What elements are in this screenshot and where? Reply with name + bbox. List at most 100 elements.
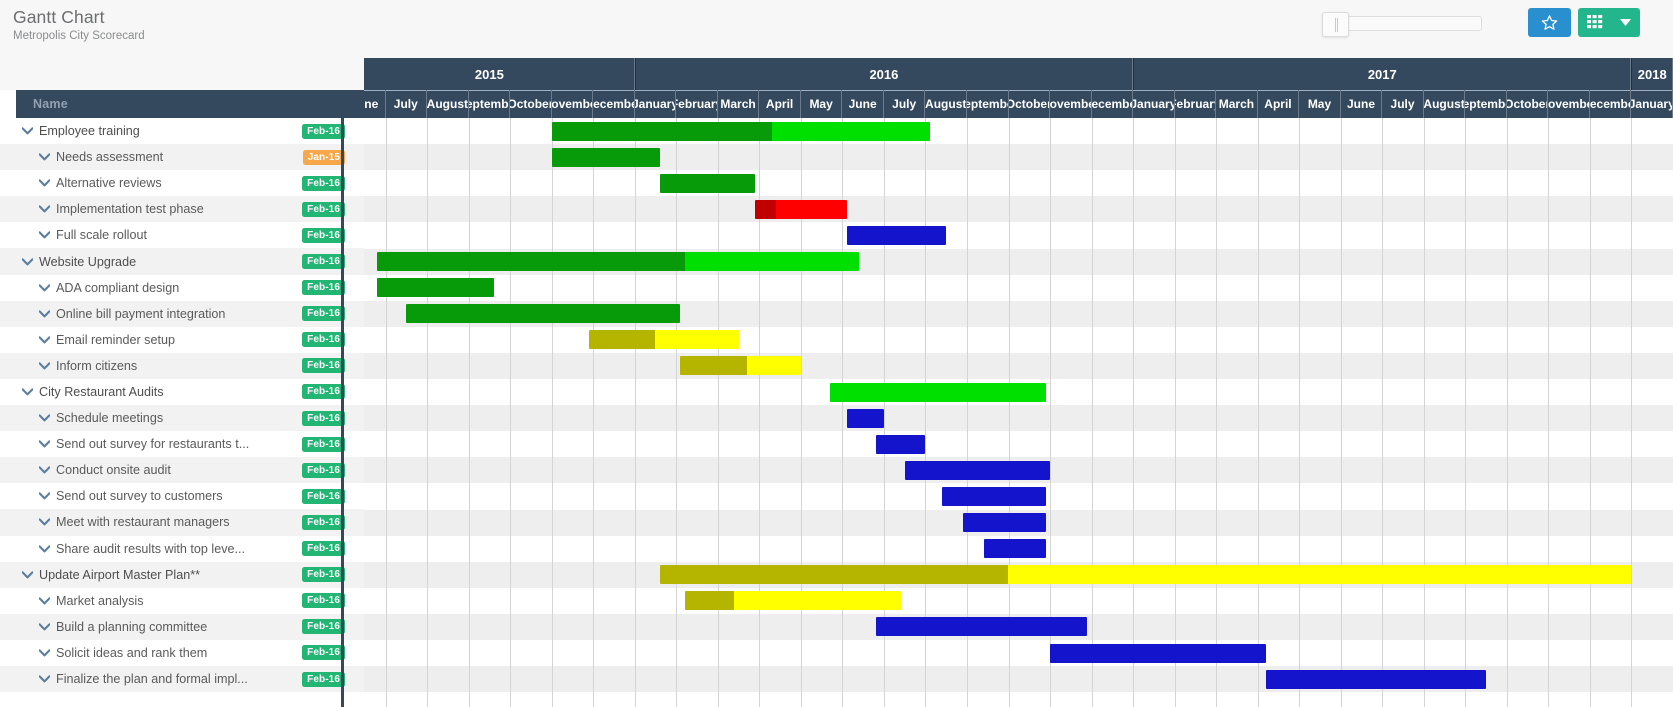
task-row[interactable]: Website Upgrade Feb-16 bbox=[0, 248, 364, 275]
timeline-gridline bbox=[1424, 118, 1425, 707]
task-row[interactable]: Online bill payment integration Feb-16 bbox=[0, 300, 364, 327]
chevron-down-icon[interactable] bbox=[38, 151, 51, 164]
timeline-year-2018: 2018 bbox=[1631, 58, 1673, 90]
name-column-spacer bbox=[0, 58, 364, 90]
task-row[interactable]: Finalize the plan and formal impl... Feb-… bbox=[0, 665, 364, 693]
gantt-bar[interactable] bbox=[846, 408, 884, 428]
timeline-panel: 2015201620172018 JuneJulyAugustSeptember… bbox=[344, 58, 1673, 707]
task-name-label: Online bill payment integration bbox=[56, 306, 226, 321]
task-name-label: Build a planning committee bbox=[56, 619, 208, 634]
gantt-bar[interactable] bbox=[875, 617, 1088, 637]
gantt-bar[interactable] bbox=[377, 252, 859, 271]
chevron-down-icon[interactable] bbox=[38, 490, 51, 503]
timeline-gridline bbox=[1465, 118, 1466, 707]
chevron-down-icon[interactable] bbox=[38, 620, 51, 633]
chevron-down-icon[interactable] bbox=[38, 281, 51, 294]
chevron-down-icon[interactable] bbox=[38, 673, 51, 686]
gantt-bar[interactable] bbox=[962, 513, 1046, 532]
task-row[interactable]: ADA compliant design Feb-16 bbox=[0, 274, 364, 301]
zoom-slider-track[interactable] bbox=[1336, 16, 1482, 31]
task-name-label: Meet with restaurant managers bbox=[56, 515, 230, 530]
chevron-down-icon[interactable] bbox=[21, 125, 34, 138]
chevron-down-icon[interactable] bbox=[38, 359, 51, 372]
gantt-bar[interactable] bbox=[1265, 669, 1487, 689]
chevron-down-icon[interactable] bbox=[38, 203, 51, 216]
chevron-down-icon[interactable] bbox=[38, 438, 51, 451]
status-badge: Feb-16 bbox=[302, 671, 345, 687]
chevron-down-icon[interactable] bbox=[38, 516, 51, 529]
gantt-bar[interactable] bbox=[659, 565, 1632, 585]
chevron-down-icon[interactable] bbox=[38, 229, 51, 242]
star-button[interactable] bbox=[1528, 8, 1571, 37]
timeline-month-cell: September bbox=[1465, 90, 1507, 118]
status-badge: Feb-16 bbox=[302, 514, 345, 530]
chevron-down-icon[interactable] bbox=[38, 594, 51, 607]
gantt-bar[interactable] bbox=[589, 330, 739, 350]
name-column-header-label: Name bbox=[33, 97, 68, 111]
gantt-bar[interactable] bbox=[755, 199, 847, 219]
page-title: Gantt Chart bbox=[13, 7, 105, 27]
gantt-bar-progress bbox=[551, 147, 660, 167]
gantt-bar-progress bbox=[755, 199, 776, 219]
timeline-gridline bbox=[718, 118, 719, 707]
task-row[interactable]: City Restaurant Audits Feb-16 bbox=[0, 378, 364, 406]
chevron-down-icon[interactable] bbox=[38, 646, 51, 659]
task-row[interactable]: Needs assessment Jan-15 bbox=[0, 144, 364, 171]
gantt-bar[interactable] bbox=[684, 591, 901, 611]
gantt-bar[interactable] bbox=[406, 304, 681, 324]
task-row[interactable]: Share audit results with top leve... Feb-… bbox=[0, 535, 364, 562]
chevron-down-icon[interactable] bbox=[21, 568, 34, 581]
task-row[interactable]: Conduct onsite audit Feb-16 bbox=[0, 457, 364, 484]
gantt-bar[interactable] bbox=[829, 382, 1046, 402]
gantt-bar[interactable] bbox=[551, 147, 660, 167]
gantt-bar-progress bbox=[659, 173, 756, 193]
chevron-down-icon[interactable] bbox=[38, 464, 51, 477]
chevron-down-icon[interactable] bbox=[38, 542, 51, 555]
chevron-down-icon[interactable] bbox=[38, 307, 51, 320]
chevron-down-icon[interactable] bbox=[38, 333, 51, 346]
timeline-month-cell: June bbox=[842, 90, 884, 118]
grid-view-button[interactable] bbox=[1578, 8, 1640, 37]
task-row[interactable]: Alternative reviews Feb-16 bbox=[0, 170, 364, 197]
gantt-bar[interactable] bbox=[377, 278, 494, 298]
chevron-down-icon[interactable] bbox=[38, 412, 51, 425]
timeline-month-cell: December bbox=[1590, 90, 1632, 118]
task-row[interactable]: Employee training Feb-16 bbox=[0, 118, 364, 145]
task-row[interactable]: Full scale rollout Feb-16 bbox=[0, 222, 364, 249]
timeline-month-header: JuneJulyAugustSeptemberOctoberNovemberDe… bbox=[344, 90, 1673, 118]
task-row[interactable]: Inform citizens Feb-16 bbox=[0, 352, 364, 379]
task-name-label: Needs assessment bbox=[56, 150, 164, 165]
task-row[interactable]: Implementation test phase Feb-16 bbox=[0, 196, 364, 223]
task-row[interactable]: Update Airport Master Plan** Feb-16 bbox=[0, 561, 364, 588]
gantt-bar[interactable] bbox=[680, 356, 801, 376]
task-row[interactable]: Schedule meetings Feb-16 bbox=[0, 405, 364, 432]
gantt-bar[interactable] bbox=[659, 173, 756, 193]
gantt-bar[interactable] bbox=[1050, 643, 1266, 663]
timeline-gridline bbox=[1216, 118, 1217, 707]
task-row[interactable]: Email reminder setup Feb-16 bbox=[0, 326, 364, 353]
zoom-slider[interactable] bbox=[1322, 12, 1482, 37]
chevron-down-icon[interactable] bbox=[1620, 19, 1631, 26]
chevron-down-icon[interactable] bbox=[21, 255, 34, 268]
task-row[interactable]: Send out survey for restaurants t... Feb-… bbox=[0, 431, 364, 458]
task-row[interactable]: Solicit ideas and rank them Feb-16 bbox=[0, 639, 364, 666]
task-row[interactable]: Send out survey to customers Feb-16 bbox=[0, 483, 364, 510]
chevron-down-icon[interactable] bbox=[21, 385, 34, 398]
task-name-label: ADA compliant design bbox=[56, 280, 180, 295]
gantt-bar-remaining bbox=[746, 356, 801, 376]
task-row[interactable]: Market analysis Feb-16 bbox=[0, 587, 364, 614]
chevron-down-icon[interactable] bbox=[38, 177, 51, 190]
gantt-bar[interactable] bbox=[983, 539, 1046, 559]
gantt-bar[interactable] bbox=[551, 121, 930, 141]
timeline-month-cell: August bbox=[1424, 90, 1466, 118]
task-row[interactable]: Meet with restaurant managers Feb-16 bbox=[0, 509, 364, 536]
gantt-bar[interactable] bbox=[942, 486, 1046, 506]
gantt-bar[interactable] bbox=[875, 434, 926, 454]
page-subtitle: Metropolis City Scorecard bbox=[13, 30, 145, 42]
gantt-bar[interactable] bbox=[904, 460, 1051, 480]
timeline-month-cell: July bbox=[884, 90, 926, 118]
timeline-month-cell: April bbox=[1258, 90, 1300, 118]
task-row[interactable]: Build a planning committee Feb-16 bbox=[0, 613, 364, 640]
zoom-slider-thumb[interactable] bbox=[1322, 12, 1349, 37]
gantt-bar[interactable] bbox=[846, 225, 947, 245]
